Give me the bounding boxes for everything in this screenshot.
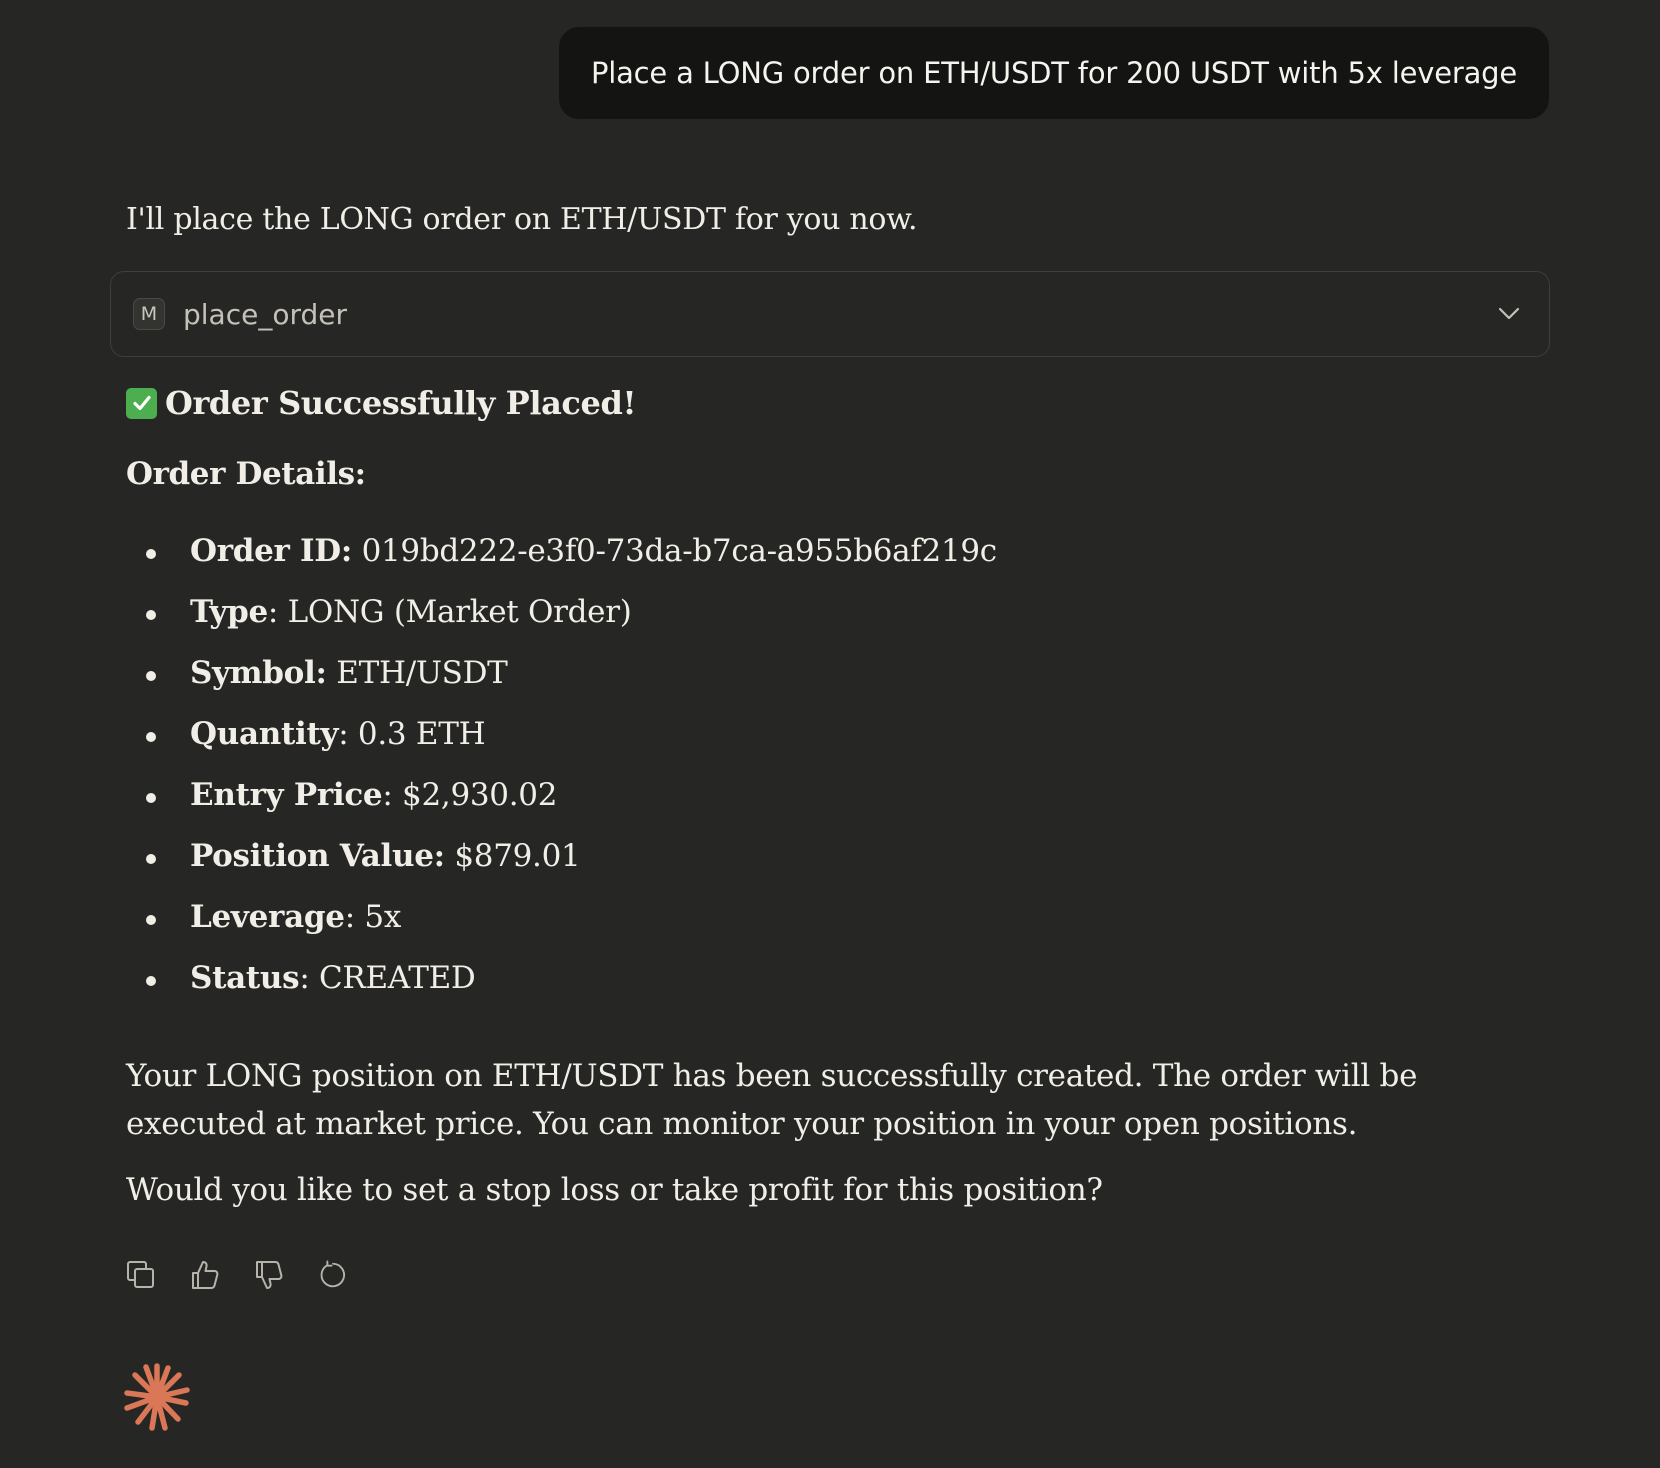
detail-item-status: Status: CREATED (126, 948, 997, 1009)
tool-badge: M (133, 298, 165, 330)
detail-item-position-value: Position Value: $879.01 (126, 826, 997, 887)
claude-spark-icon (124, 1363, 190, 1431)
detail-value: 0.3 ETH (357, 716, 486, 752)
copy-icon (127, 1261, 154, 1288)
detail-value: ETH/USDT (336, 655, 508, 691)
thumbs-up-icon (192, 1261, 219, 1289)
detail-label: Position Value (190, 838, 434, 874)
thumbs-down-button[interactable] (254, 1258, 284, 1292)
success-heading: Order Successfully Placed! (126, 384, 637, 422)
detail-value: $2,930.02 (402, 777, 558, 813)
detail-label: Leverage (190, 899, 345, 935)
detail-value: 019bd222-e3f0-73da-b7ca-a955b6af219c (361, 533, 998, 569)
follow-up-question: Would you like to set a stop loss or tak… (126, 1172, 1103, 1208)
detail-item-symbol: Symbol: ETH/USDT (126, 643, 997, 704)
detail-value: CREATED (319, 960, 476, 996)
detail-item-leverage: Leverage: 5x (126, 887, 997, 948)
thumbs-up-button[interactable] (190, 1258, 220, 1292)
detail-label: Quantity (190, 716, 339, 752)
detail-item-quantity: Quantity: 0.3 ETH (126, 704, 997, 765)
retry-icon (320, 1260, 345, 1288)
assistant-intro: I'll place the LONG order on ETH/USDT fo… (126, 202, 918, 237)
detail-label: Symbol (190, 655, 316, 691)
chevron-down-icon[interactable] (1495, 299, 1523, 327)
detail-item-entry-price: Entry Price: $2,930.02 (126, 765, 997, 826)
success-title: Order Successfully Placed! (165, 384, 637, 422)
detail-label: Type (190, 594, 268, 630)
detail-label: Order ID (190, 533, 341, 569)
retry-button[interactable] (318, 1258, 348, 1292)
summary-paragraph: Your LONG position on ETH/USDT has been … (126, 1058, 1418, 1142)
order-details-list: Order ID: 019bd222-e3f0-73da-b7ca-a955b6… (126, 521, 997, 1009)
detail-label: Entry Price (190, 777, 383, 813)
detail-label: Status (190, 960, 300, 996)
detail-value: 5x (364, 899, 401, 935)
detail-value: LONG (Market Order) (287, 594, 632, 630)
tool-call-card[interactable]: M place_order (110, 271, 1550, 357)
copy-button[interactable] (126, 1258, 156, 1292)
detail-item-order-id: Order ID: 019bd222-e3f0-73da-b7ca-a955b6… (126, 521, 997, 582)
user-message-text: Place a LONG order on ETH/USDT for 200 U… (590, 56, 1517, 90)
message-actions (126, 1258, 348, 1292)
detail-item-type: Type: LONG (Market Order) (126, 582, 997, 643)
thumbs-down-icon (256, 1261, 283, 1289)
check-mark-icon (126, 387, 157, 419)
tool-name: place_order (183, 297, 347, 331)
order-details-heading: Order Details: (126, 456, 366, 492)
detail-value: $879.01 (454, 838, 581, 874)
user-message-bubble: Place a LONG order on ETH/USDT for 200 U… (558, 27, 1549, 119)
